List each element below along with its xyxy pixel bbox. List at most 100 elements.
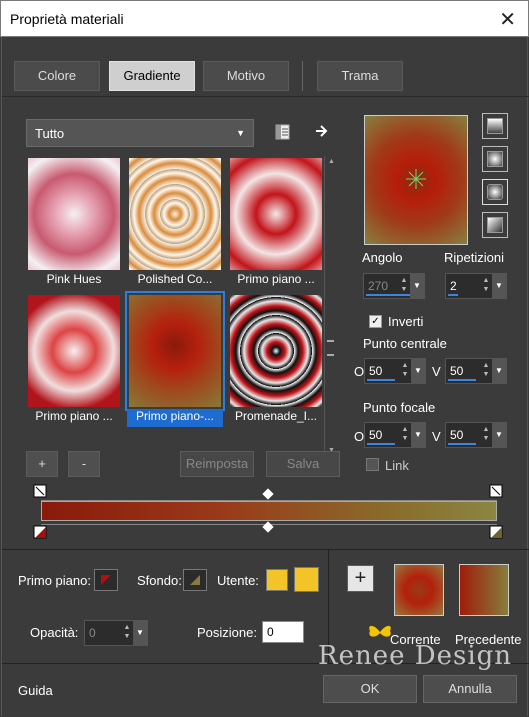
- center-h-label: O: [354, 364, 365, 379]
- tab-pattern[interactable]: Motivo: [203, 61, 289, 91]
- gradient-thumb-image: [230, 295, 322, 407]
- link-label: Link: [385, 458, 409, 473]
- background-swatch[interactable]: [183, 569, 207, 591]
- sunburst-style-button[interactable]: [482, 179, 508, 205]
- linear-style-button[interactable]: [482, 113, 508, 139]
- opacity-midpoint-marker[interactable]: [262, 488, 274, 500]
- repeats-slider-bar[interactable]: [448, 294, 458, 296]
- repeats-label: Ripetizioni: [444, 250, 504, 265]
- add-swatch-button[interactable]: +: [347, 565, 374, 592]
- spin-updown-icon[interactable]: ▲ ▼: [121, 623, 133, 643]
- dropdown-arrow-icon[interactable]: ▼: [492, 423, 506, 447]
- color-stop-bottom-right-icon[interactable]: [489, 525, 505, 541]
- category-value: Tutto: [35, 126, 65, 141]
- repeats-spinner[interactable]: 2 ▲ ▼ ▼: [445, 273, 507, 299]
- category-dropdown[interactable]: Tutto ▼: [26, 119, 254, 147]
- gradient-editor-bar[interactable]: [41, 501, 497, 521]
- scroll-thumb[interactable]: [327, 340, 334, 356]
- remove-gradient-button[interactable]: -: [68, 451, 100, 477]
- focal-v-slider-bar[interactable]: [448, 443, 476, 445]
- spin-updown-icon[interactable]: ▲ ▼: [399, 361, 411, 381]
- gradient-thumb-label: Promenade_I...: [234, 409, 318, 423]
- invert-checkbox[interactable]: ✓: [369, 315, 382, 328]
- library-icon[interactable]: [274, 123, 292, 141]
- color-stop-bottom-left-icon[interactable]: [33, 525, 49, 541]
- previous-swatch[interactable]: [459, 564, 509, 616]
- tab-color[interactable]: Colore: [14, 61, 100, 91]
- scroll-up-icon[interactable]: ▲: [328, 158, 335, 165]
- opacity-label: Opacità:: [30, 625, 79, 640]
- center-h-spinner[interactable]: 50 ▲ ▼ ▼: [364, 358, 426, 384]
- angle-slider-bar[interactable]: [366, 294, 410, 296]
- center-h-value: 50: [369, 364, 383, 378]
- current-swatch[interactable]: [394, 564, 444, 616]
- gradient-thumb-primo-2[interactable]: Primo piano ...: [26, 293, 122, 423]
- help-link[interactable]: Guida: [18, 683, 53, 698]
- dropdown-arrow-icon[interactable]: ▼: [411, 423, 425, 447]
- link-checkbox[interactable]: [366, 458, 379, 471]
- dropdown-arrow-icon[interactable]: ▼: [410, 274, 424, 298]
- focal-v-spinner[interactable]: 50 ▲ ▼ ▼: [445, 422, 507, 448]
- dropdown-arrow-icon[interactable]: ▼: [133, 621, 147, 645]
- invert-label: Inverti: [388, 314, 424, 329]
- arrow-right-icon[interactable]: [314, 123, 330, 139]
- add-gradient-button[interactable]: +: [26, 451, 58, 477]
- gradient-thumb-polished[interactable]: Polished Co...: [127, 156, 223, 286]
- tab-texture[interactable]: Trama: [317, 61, 403, 91]
- center-h-slider-bar[interactable]: [367, 379, 395, 381]
- radial-style-button[interactable]: [482, 212, 508, 238]
- repeats-value: 2: [450, 279, 457, 293]
- focal-point-label: Punto focale: [363, 400, 436, 415]
- save-button[interactable]: Salva: [266, 451, 340, 477]
- cancel-button[interactable]: Annulla: [423, 675, 517, 703]
- rectangular-style-button[interactable]: [482, 146, 508, 172]
- center-point-label: Punto centrale: [363, 336, 447, 351]
- focal-v-label: V: [432, 429, 441, 444]
- reset-button[interactable]: Reimposta: [180, 451, 254, 477]
- close-icon[interactable]: ✕: [499, 7, 516, 32]
- gradient-preview[interactable]: [364, 115, 468, 245]
- center-point-icon[interactable]: [405, 168, 427, 190]
- focal-h-value: 50: [369, 428, 383, 442]
- user-swatch[interactable]: [294, 567, 319, 592]
- chevron-down-icon: ▼: [236, 128, 245, 138]
- gradient-thumb-label: Primo piano ...: [237, 272, 315, 286]
- gradient-thumb-pink-hues[interactable]: Pink Hues: [26, 156, 122, 286]
- gradient-thumb-primo-selected[interactable]: Primo piano-...: [125, 291, 225, 427]
- focal-h-spinner[interactable]: 50 ▲ ▼ ▼: [364, 422, 426, 448]
- dropdown-arrow-icon[interactable]: ▼: [411, 359, 425, 383]
- gallery-scrollbar[interactable]: ▲ ▼: [324, 156, 336, 456]
- dropdown-arrow-icon[interactable]: ▼: [492, 359, 506, 383]
- color-stop-top-right-icon[interactable]: [489, 484, 505, 500]
- spin-updown-icon[interactable]: ▲ ▼: [399, 425, 411, 445]
- window-title: Proprietà materiali: [10, 11, 124, 27]
- spin-updown-icon[interactable]: ▲ ▼: [480, 425, 492, 445]
- background-color-icon: [190, 575, 200, 585]
- ok-button[interactable]: OK: [323, 675, 417, 703]
- center-v-slider-bar[interactable]: [448, 379, 476, 381]
- gradient-thumb-image: [28, 295, 120, 407]
- center-v-spinner[interactable]: 50 ▲ ▼ ▼: [445, 358, 507, 384]
- gradient-thumb-image: [129, 295, 221, 407]
- focal-h-slider-bar[interactable]: [367, 443, 395, 445]
- gradient-thumb-label: Polished Co...: [137, 272, 213, 286]
- user-swatch-small[interactable]: [266, 569, 288, 591]
- angle-spinner[interactable]: 270 ▲ ▼ ▼: [363, 273, 425, 299]
- spin-updown-icon[interactable]: ▲ ▼: [398, 276, 410, 296]
- opacity-spinner[interactable]: 0 ▲ ▼ ▼: [84, 620, 148, 646]
- spin-updown-icon[interactable]: ▲ ▼: [480, 276, 492, 296]
- center-v-label: V: [432, 364, 441, 379]
- spin-updown-icon[interactable]: ▲ ▼: [480, 361, 492, 381]
- tab-gradient[interactable]: Gradiente: [109, 61, 195, 91]
- title-bar: Proprietà materiali ✕: [0, 0, 529, 37]
- gradient-thumb-primo-1[interactable]: Primo piano ...: [228, 156, 324, 286]
- foreground-swatch[interactable]: [94, 569, 118, 591]
- angle-value: 270: [368, 279, 389, 293]
- dropdown-arrow-icon[interactable]: ▼: [492, 274, 506, 298]
- color-stop-top-left-icon[interactable]: [33, 484, 49, 500]
- gradient-thumb-promenade[interactable]: Promenade_I...: [228, 293, 324, 423]
- sunburst-style-icon: [487, 184, 503, 200]
- position-input[interactable]: 0: [262, 621, 304, 643]
- tab-strip: Colore Gradiente Motivo Trama: [2, 37, 529, 97]
- butterfly-icon: [369, 625, 391, 637]
